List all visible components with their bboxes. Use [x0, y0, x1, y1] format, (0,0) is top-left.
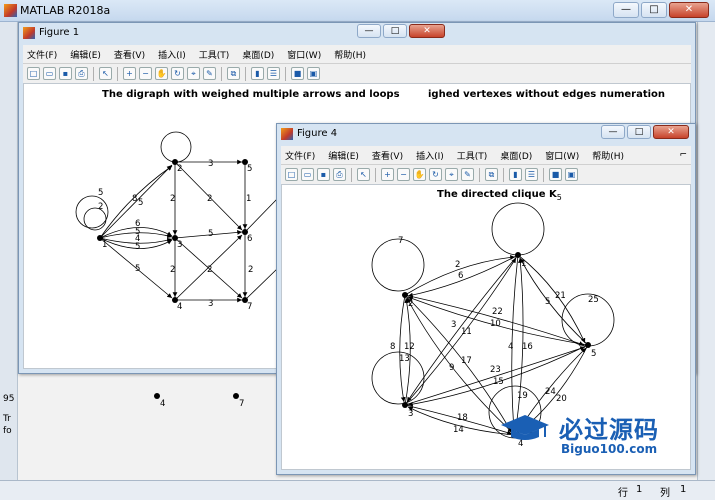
status-bar: 行 1 列 1: [0, 480, 715, 500]
separator: [375, 167, 376, 182]
figure1-title: Figure 1: [39, 27, 80, 38]
legend-icon[interactable]: ☰: [525, 168, 538, 181]
colorbar-icon[interactable]: ▮: [509, 168, 522, 181]
data-cursor-icon[interactable]: ⌖: [445, 168, 458, 181]
menu-desktop[interactable]: 桌面(D): [242, 48, 274, 61]
brush-icon[interactable]: ✎: [461, 168, 474, 181]
open-icon[interactable]: ▭: [43, 67, 56, 80]
watermark-en: Biguo100.com: [561, 442, 658, 456]
bg-node-4-label: 4: [160, 399, 165, 409]
figure1-toolbar: □ ▭ ▪ ⎙ ↖ + − ✋ ↻ ⌖ ✎ ⧉ ▮ ☰ ■ ▣: [23, 63, 691, 83]
brush-icon[interactable]: ✎: [203, 67, 216, 80]
figure4-toolbar: □ ▭ ▪ ⎙ ↖ + − ✋ ↻ ⌖ ✎ ⧉ ▮ ☰ ■ ▣: [281, 164, 691, 184]
separator: [221, 66, 222, 81]
menu-window[interactable]: 窗口(W): [287, 48, 321, 61]
data-cursor-icon[interactable]: ⌖: [187, 67, 200, 80]
rotate-icon[interactable]: ↻: [429, 168, 442, 181]
open-icon[interactable]: ▭: [301, 168, 314, 181]
zoom-in-icon[interactable]: +: [381, 168, 394, 181]
link-icon[interactable]: ⧉: [227, 67, 240, 80]
separator: [285, 66, 286, 81]
figure4-title: Figure 4: [297, 128, 338, 139]
col-value: 1: [680, 484, 687, 495]
print-icon[interactable]: ⎙: [333, 168, 346, 181]
pan-icon[interactable]: ✋: [155, 67, 168, 80]
figure4-close-button[interactable]: ✕: [653, 125, 689, 139]
menu-tools[interactable]: 工具(T): [457, 149, 488, 162]
rotate-icon[interactable]: ↻: [171, 67, 184, 80]
menu-insert[interactable]: 插入(I): [416, 149, 444, 162]
figure-icon: [23, 27, 35, 39]
menu-file[interactable]: 文件(F): [285, 149, 315, 162]
separator: [479, 167, 480, 182]
separator: [503, 167, 504, 182]
menu-desktop[interactable]: 桌面(D): [500, 149, 532, 162]
hide-tools-icon[interactable]: ■: [549, 168, 562, 181]
pointer-icon[interactable]: ↖: [357, 168, 370, 181]
separator: [93, 66, 94, 81]
separator: [351, 167, 352, 182]
hide-tools-icon[interactable]: ■: [291, 67, 304, 80]
show-tools-icon[interactable]: ▣: [565, 168, 578, 181]
colorbar-icon[interactable]: ▮: [251, 67, 264, 80]
save-icon[interactable]: ▪: [317, 168, 330, 181]
separator: [543, 167, 544, 182]
figure1-axes-title: The digraph with weighed multiple arrows…: [102, 89, 400, 100]
menu-overflow-icon[interactable]: ⌐: [679, 150, 687, 160]
new-icon[interactable]: □: [27, 67, 40, 80]
menu-view[interactable]: 查看(V): [114, 48, 145, 61]
watermark-cn: 必过源码: [559, 416, 659, 444]
separator: [245, 66, 246, 81]
zoom-out-icon[interactable]: −: [397, 168, 410, 181]
figure4-axes-title-text: The directed clique K: [437, 189, 557, 200]
pan-icon[interactable]: ✋: [413, 168, 426, 181]
figure1-maximize-button[interactable]: □: [383, 24, 407, 38]
row-label: 行: [618, 488, 628, 499]
separator: [117, 66, 118, 81]
menu-file[interactable]: 文件(F): [27, 48, 57, 61]
figure1-title-bar[interactable]: Figure 1 — □ ✕: [19, 23, 695, 45]
bg-node-7-label: 7: [239, 399, 244, 409]
row-value: 1: [636, 484, 643, 495]
col-label: 列: [660, 488, 670, 499]
figure1-menubar: 文件(F) 编辑(E) 查看(V) 插入(I) 工具(T) 桌面(D) 窗口(W…: [23, 45, 691, 63]
pointer-icon[interactable]: ↖: [99, 67, 112, 80]
print-icon[interactable]: ⎙: [75, 67, 88, 80]
figure4-title-bar[interactable]: Figure 4 — □ ✕: [277, 124, 695, 146]
figure-icon: [281, 128, 293, 140]
figure4-axes-title-subscript: 5: [556, 193, 562, 202]
zoom-out-icon[interactable]: −: [139, 67, 152, 80]
figure1-minimize-button[interactable]: —: [357, 24, 381, 38]
menu-help[interactable]: 帮助(H): [592, 149, 624, 162]
figure4-minimize-button[interactable]: —: [601, 125, 625, 139]
show-tools-icon[interactable]: ▣: [307, 67, 320, 80]
watermark-logo: 必过源码 Biguo100.com: [499, 408, 691, 466]
menu-edit[interactable]: 编辑(E): [328, 149, 359, 162]
figure4-axes-title: The directed clique K5: [437, 189, 562, 202]
save-icon[interactable]: ▪: [59, 67, 72, 80]
menu-view[interactable]: 查看(V): [372, 149, 403, 162]
graduation-cap-icon: [501, 415, 549, 440]
new-icon[interactable]: □: [285, 168, 298, 181]
menu-insert[interactable]: 插入(I): [158, 48, 186, 61]
zoom-in-icon[interactable]: +: [123, 67, 136, 80]
menu-help[interactable]: 帮助(H): [334, 48, 366, 61]
menu-edit[interactable]: 编辑(E): [70, 48, 101, 61]
legend-icon[interactable]: ☰: [267, 67, 280, 80]
link-icon[interactable]: ⧉: [485, 168, 498, 181]
menu-tools[interactable]: 工具(T): [199, 48, 230, 61]
hidden-figure-axes-title: ighed vertexes without edges numeration: [428, 89, 666, 100]
figure4-maximize-button[interactable]: □: [627, 125, 651, 139]
figure4-menubar: 文件(F) 编辑(E) 查看(V) 插入(I) 工具(T) 桌面(D) 窗口(W…: [281, 146, 691, 164]
figure1-close-button[interactable]: ✕: [409, 24, 445, 38]
menu-window[interactable]: 窗口(W): [545, 149, 579, 162]
